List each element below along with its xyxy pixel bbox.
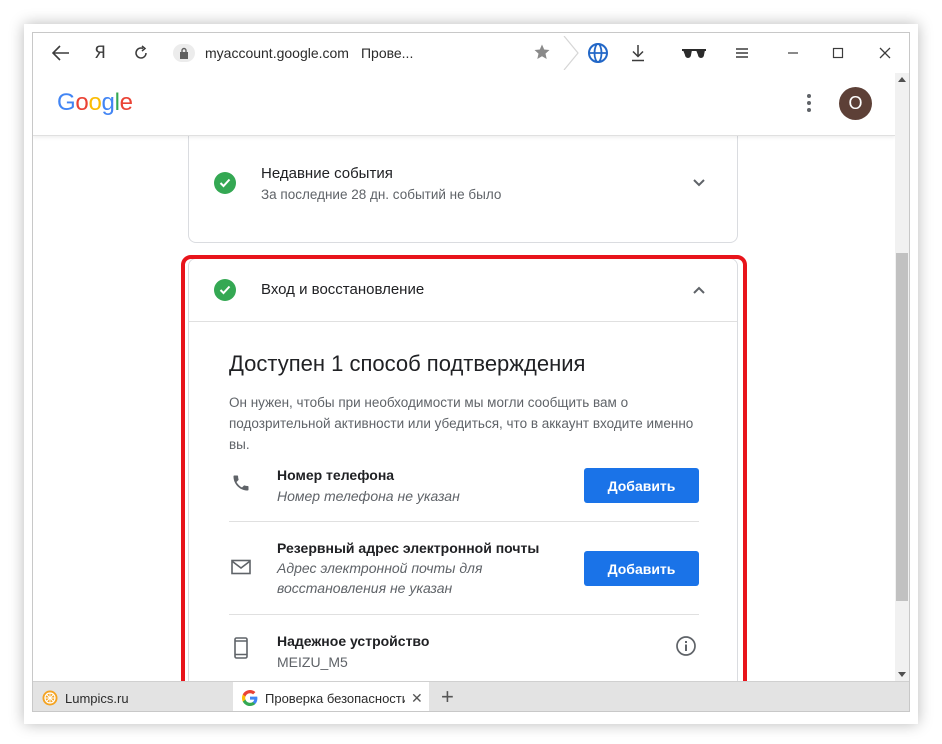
glasses-icon (682, 49, 706, 58)
url-page-title: Прове... (360, 45, 414, 61)
scrollbar-thumb[interactable] (896, 253, 908, 601)
email-item-subtitle: Адрес электронной почты для восстановлен… (277, 560, 483, 596)
incognito-button[interactable] (679, 39, 709, 67)
page-content: Google O Недавние события За последние 2… (33, 73, 895, 681)
chevron-down-icon[interactable] (689, 173, 709, 193)
scroll-up-icon[interactable] (898, 77, 906, 82)
lumpics-favicon-icon (42, 690, 58, 706)
downloads-button[interactable] (624, 39, 652, 67)
minimize-icon (788, 52, 798, 54)
back-arrow-icon (52, 45, 69, 61)
menu-button[interactable] (728, 39, 756, 67)
google-logo-letter: e (119, 89, 133, 116)
more-options-icon[interactable] (797, 91, 821, 115)
maximize-button[interactable] (824, 39, 852, 67)
browser-window: Я myaccount.google.com Прове... Google O… (32, 32, 910, 712)
yandex-button[interactable]: Я (86, 39, 114, 67)
verification-description: Он нужен, чтобы при необходимости мы мог… (229, 395, 694, 452)
divider (229, 521, 699, 522)
maximize-icon (832, 47, 844, 59)
recent-events-card[interactable]: Недавние события За последние 28 дн. соб… (188, 121, 738, 243)
tab-label: Проверка безопасности (265, 690, 405, 706)
verification-heading: Доступен 1 способ подтверждения (229, 351, 586, 376)
google-logo-letter: G (57, 89, 76, 116)
lock-icon (173, 44, 195, 62)
add-email-button[interactable]: Добавить (584, 551, 699, 586)
tab-label: Lumpics.ru (65, 690, 129, 706)
phone-icon (229, 471, 253, 495)
close-icon (879, 47, 891, 59)
avatar[interactable]: O (839, 87, 872, 120)
signin-section-title: Вход и восстановление (261, 281, 425, 298)
bookmark-star-icon[interactable] (533, 43, 551, 66)
minimize-button[interactable] (779, 39, 807, 67)
address-bar[interactable]: myaccount.google.com Прове... (169, 39, 561, 67)
device-item-title: Надежное устройство (277, 633, 430, 649)
recent-events-subtitle: За последние 28 дн. событий не было (261, 187, 502, 202)
phone-item-title: Номер телефона (277, 467, 395, 483)
close-tab-icon[interactable]: ✕ (411, 690, 423, 707)
mail-icon (229, 555, 253, 579)
protect-button[interactable] (584, 39, 612, 67)
check-circle-icon (214, 172, 236, 194)
google-header: Google O (33, 73, 895, 136)
scroll-down-icon[interactable] (898, 672, 906, 677)
download-icon (632, 45, 644, 62)
close-window-button[interactable] (871, 39, 899, 67)
info-icon[interactable] (675, 635, 697, 657)
tab-lumpics[interactable]: Lumpics.ru (33, 682, 231, 711)
add-phone-button[interactable]: Добавить (584, 468, 699, 503)
new-tab-icon[interactable]: + (441, 686, 454, 708)
google-logo-letter: o (88, 89, 102, 116)
reload-icon (135, 45, 147, 59)
chevron-up-icon[interactable] (689, 280, 709, 300)
globe-shield-icon (588, 43, 608, 63)
back-button[interactable] (47, 39, 75, 67)
google-favicon-icon (242, 690, 258, 706)
google-logo-letter: o (75, 89, 89, 116)
url-domain: myaccount.google.com (205, 45, 349, 61)
browser-toolbar: Я myaccount.google.com Прове... (33, 33, 909, 74)
email-item-title: Резервный адрес электронной почты (277, 540, 540, 556)
divider (229, 614, 699, 615)
recent-events-title: Недавние события (261, 165, 393, 182)
check-circle-icon (214, 279, 236, 301)
device-item-subtitle: MEIZU_M5 (277, 654, 348, 670)
reload-button[interactable] (127, 39, 155, 67)
tab-bar: Lumpics.ru Проверка безопасности ✕ + (33, 681, 909, 711)
google-logo-letter: g (101, 89, 115, 116)
hamburger-icon (736, 48, 748, 58)
tab-security-check[interactable]: Проверка безопасности ✕ (233, 682, 429, 711)
google-logo[interactable]: Google (57, 89, 133, 117)
vertical-scrollbar[interactable] (895, 73, 909, 681)
divider (189, 321, 737, 322)
smartphone-icon (229, 636, 253, 660)
signin-recovery-card: Вход и восстановление Доступен 1 способ … (188, 258, 738, 681)
phone-item-subtitle: Номер телефона не указан (277, 488, 460, 504)
address-bar-divider (563, 36, 579, 70)
